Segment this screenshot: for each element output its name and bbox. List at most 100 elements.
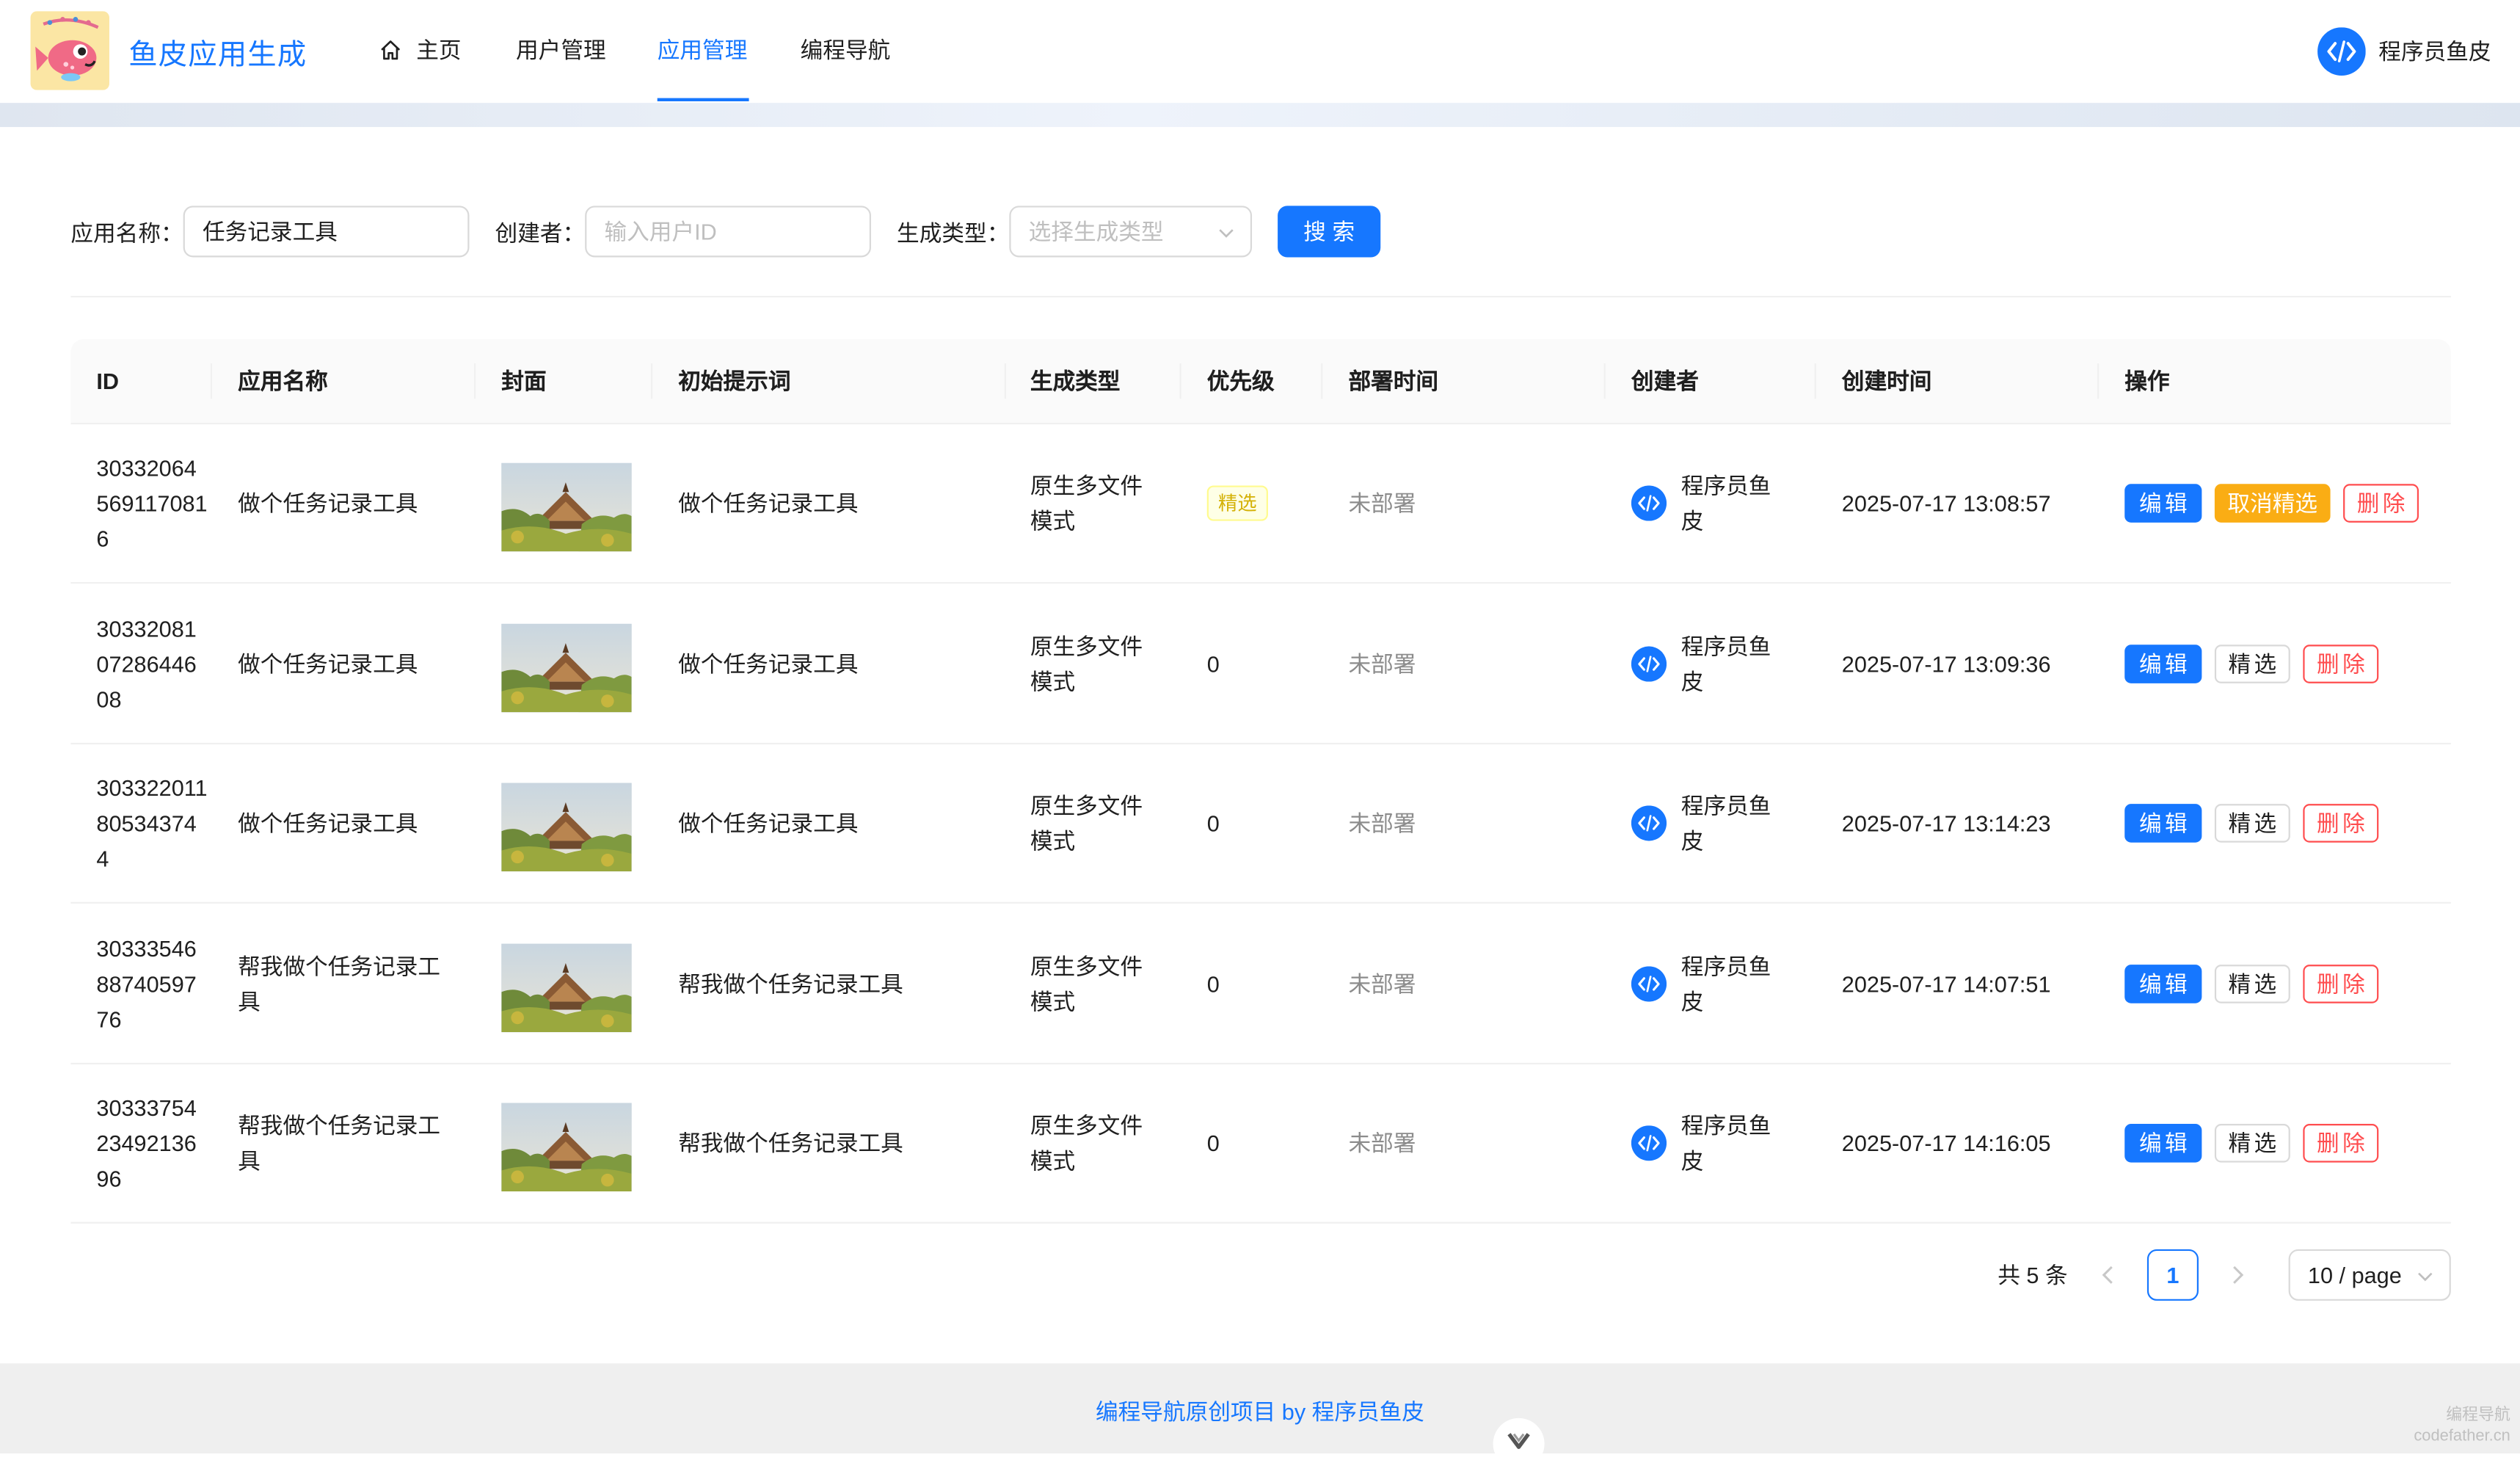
col-actions: 操作: [2124, 368, 2170, 394]
row-id: 303320645691170816: [96, 454, 208, 552]
row-prompt: 做个任务记录工具: [678, 650, 859, 677]
col-separator: [1321, 363, 1323, 399]
creator-label: 创建者：: [495, 220, 586, 247]
row-app-name: 做个任务记录工具: [238, 810, 418, 836]
delete-button[interactable]: 删除: [2343, 484, 2419, 523]
edit-button[interactable]: 编辑: [2124, 804, 2202, 843]
user-menu[interactable]: 程序员鱼皮: [2317, 27, 2491, 76]
row-deploy-time: 未部署: [1348, 650, 1416, 677]
app-name-label: 应用名称：: [70, 220, 183, 247]
table-row: 303320810728644608 做个任务记录工具 做个任务记录工具 原生多文件模…: [70, 584, 2451, 744]
user-name: 程序员鱼皮: [2378, 38, 2491, 65]
col-separator: [1814, 363, 1816, 399]
page-size-select[interactable]: 10 / page: [2288, 1249, 2451, 1301]
footer-link[interactable]: 编程导航原创项目 by 程序员鱼皮: [0, 1395, 2520, 1428]
creator-avatar-icon: [1631, 805, 1667, 841]
delete-button[interactable]: 删除: [2303, 1123, 2379, 1163]
footer-badge-icon: [1493, 1417, 1545, 1470]
row-id: 303322011805343744: [96, 774, 208, 872]
col-separator: [474, 363, 476, 399]
row-app-name: 做个任务记录工具: [238, 650, 418, 677]
cover-image[interactable]: [501, 943, 632, 1032]
delete-button[interactable]: 删除: [2303, 644, 2379, 683]
col-cover: 封面: [501, 368, 547, 394]
watermark-line-1: 编程导航: [2446, 1406, 2510, 1425]
unfeature-button[interactable]: 取消精选: [2214, 484, 2331, 523]
table-row: 303320645691170816 做个任务记录工具 做个任务记录工具 原生多文件模…: [70, 424, 2451, 584]
col-separator: [1004, 363, 1006, 399]
nav-home[interactable]: 主页: [379, 0, 462, 103]
row-app-name: 帮我做个任务记录工具: [238, 1112, 441, 1174]
header-band: [0, 103, 2520, 128]
row-deploy-time: 未部署: [1348, 970, 1416, 996]
edit-button[interactable]: 编辑: [2124, 644, 2202, 683]
row-id: 303337542349213696: [96, 1094, 197, 1191]
pagination-next-icon[interactable]: [2218, 1256, 2257, 1295]
feature-button[interactable]: 精选: [2214, 1123, 2290, 1163]
row-created-time: 2025-07-17 13:09:36: [1841, 650, 2051, 677]
row-created-time: 2025-07-17 14:16:05: [1841, 1130, 2051, 1156]
row-priority: 0: [1206, 1130, 1220, 1156]
gen-type-placeholder: 选择生成类型: [1028, 218, 1164, 244]
row-priority: 0: [1206, 970, 1220, 996]
col-separator: [2097, 363, 2100, 399]
feature-button[interactable]: 精选: [2214, 804, 2290, 843]
app-name-input[interactable]: 任务记录工具: [183, 206, 470, 258]
creator-input[interactable]: 输入用户ID: [585, 206, 872, 258]
nav-user-management[interactable]: 用户管理: [516, 0, 606, 103]
table-row: 303322011805343744 做个任务记录工具 做个任务记录工具 原生多文件模…: [70, 744, 2451, 904]
row-prompt: 做个任务记录工具: [678, 810, 859, 836]
search-button[interactable]: 搜索: [1278, 206, 1381, 258]
watermark-line-2: codefather.cn: [2414, 1427, 2510, 1446]
row-created-time: 2025-07-17 13:14:23: [1841, 810, 2051, 836]
row-priority: 0: [1206, 650, 1220, 677]
user-avatar-icon: [2317, 27, 2366, 76]
row-creator: 程序员鱼皮: [1680, 952, 1771, 1014]
row-prompt: 帮我做个任务记录工具: [678, 970, 903, 996]
feature-button[interactable]: 精选: [2214, 644, 2290, 683]
chevron-down-icon: [2418, 1272, 2433, 1282]
form-divider: [70, 296, 2451, 298]
row-deploy-time: 未部署: [1348, 810, 1416, 836]
pagination-prev-icon[interactable]: [2089, 1256, 2128, 1295]
col-creator: 创建者: [1631, 368, 1699, 394]
edit-button[interactable]: 编辑: [2124, 964, 2202, 1003]
site-title[interactable]: 鱼皮应用生成: [128, 32, 307, 74]
delete-button[interactable]: 删除: [2303, 964, 2379, 1003]
row-gen-type: 原生多文件模式: [1030, 472, 1143, 534]
col-deploy-time: 部署时间: [1348, 368, 1439, 394]
fish-logo-icon[interactable]: [30, 11, 109, 90]
row-app-name: 做个任务记录工具: [238, 490, 418, 517]
nav-home-label: 主页: [416, 37, 462, 63]
row-created-time: 2025-07-17 13:08:57: [1841, 490, 2051, 517]
table-row: 303335468874059776 帮我做个任务记录工具 帮我做个任务记录工具 原生…: [70, 904, 2451, 1064]
nav-programming-guide[interactable]: 编程导航: [801, 0, 891, 103]
row-creator: 程序员鱼皮: [1680, 792, 1771, 854]
table-header: ID 应用名称 封面 初始提示词 生成类型 优先级 部署时间 创建者 创建时间 …: [70, 339, 2451, 425]
cover-image[interactable]: [501, 622, 632, 712]
col-gen-type: 生成类型: [1030, 368, 1121, 394]
feature-button[interactable]: 精选: [2214, 964, 2290, 1003]
row-prompt: 做个任务记录工具: [678, 490, 859, 517]
col-created-time: 创建时间: [1841, 368, 1932, 394]
top-header: 鱼皮应用生成 主页 用户管理 应用管理 编程导航 程序员鱼皮: [0, 0, 2520, 104]
edit-button[interactable]: 编辑: [2124, 484, 2202, 523]
delete-button[interactable]: 删除: [2303, 804, 2379, 843]
creator-avatar-icon: [1631, 485, 1667, 521]
col-separator: [1603, 363, 1606, 399]
cover-image[interactable]: [501, 783, 632, 872]
edit-button[interactable]: 编辑: [2124, 1123, 2202, 1163]
row-creator: 程序员鱼皮: [1680, 632, 1771, 694]
creator-avatar-icon: [1631, 1125, 1667, 1161]
cover-image[interactable]: [501, 462, 632, 552]
featured-tag: 精选: [1206, 485, 1268, 521]
row-id: 303320810728644608: [96, 614, 197, 712]
nav-app-management[interactable]: 应用管理: [658, 0, 748, 103]
gen-type-select[interactable]: 选择生成类型: [1009, 206, 1253, 258]
row-priority: 0: [1206, 810, 1220, 836]
pagination-page-1[interactable]: 1: [2146, 1249, 2199, 1301]
row-app-name: 帮我做个任务记录工具: [238, 952, 441, 1014]
row-id: 303335468874059776: [96, 934, 197, 1032]
cover-image[interactable]: [501, 1103, 632, 1191]
row-creator: 程序员鱼皮: [1680, 1112, 1771, 1174]
